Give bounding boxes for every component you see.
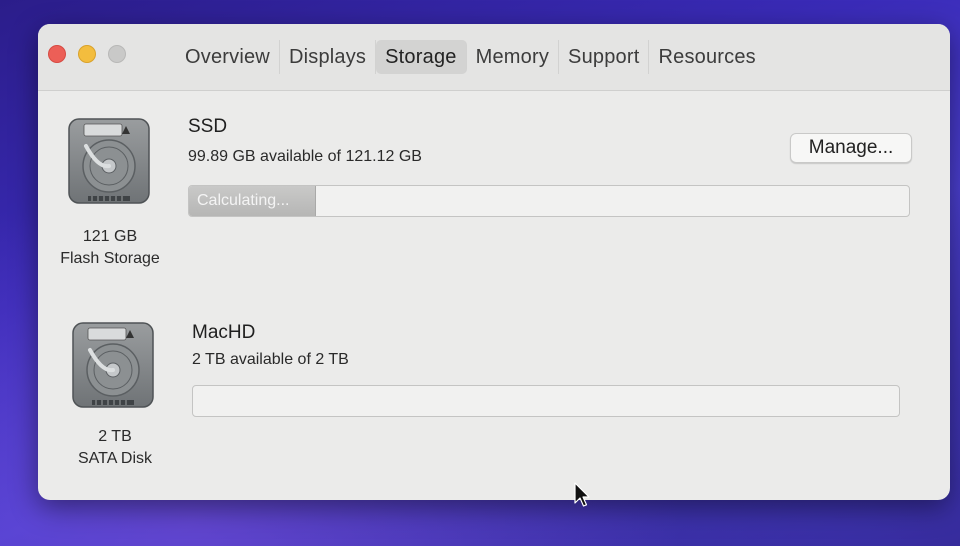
hard-drive-icon xyxy=(72,322,154,408)
drive-size-caption: 121 GB Flash Storage xyxy=(38,226,185,270)
tab-storage[interactable]: Storage xyxy=(376,40,467,74)
storage-usage-bar xyxy=(192,385,900,417)
drive-size-caption: 2 TB SATA Disk xyxy=(40,426,190,470)
drive-size: 2 TB xyxy=(98,428,132,445)
tab-overview[interactable]: Overview xyxy=(176,40,280,74)
drive-size: 121 GB xyxy=(82,228,138,245)
close-button[interactable] xyxy=(48,45,66,63)
window-toolbar: Overview Displays Storage Memory Support… xyxy=(38,24,950,91)
volume-name: MacHD xyxy=(192,322,256,343)
about-this-mac-window: Overview Displays Storage Memory Support… xyxy=(38,24,950,500)
mouse-pointer-icon xyxy=(574,482,590,507)
tab-resources[interactable]: Resources xyxy=(649,40,764,74)
tab-displays[interactable]: Displays xyxy=(280,40,377,74)
volume-availability: 99.89 GB available of 121.12 GB xyxy=(188,148,422,165)
storage-usage-bar: Calculating... xyxy=(188,185,910,217)
volume-name: SSD xyxy=(188,116,228,137)
storage-status-label: Calculating... xyxy=(197,192,290,209)
drive-type: SATA Disk xyxy=(77,450,153,467)
minimize-button[interactable] xyxy=(78,45,96,63)
tab-bar: Overview Displays Storage Memory Support… xyxy=(176,40,765,74)
tab-memory[interactable]: Memory xyxy=(467,40,560,74)
zoom-button[interactable] xyxy=(108,45,126,63)
tab-support[interactable]: Support xyxy=(559,40,650,74)
hard-drive-icon xyxy=(68,118,150,204)
volume-availability: 2 TB available of 2 TB xyxy=(192,351,349,368)
drive-type: Flash Storage xyxy=(60,250,160,267)
manage-button[interactable]: Manage... xyxy=(790,133,912,163)
